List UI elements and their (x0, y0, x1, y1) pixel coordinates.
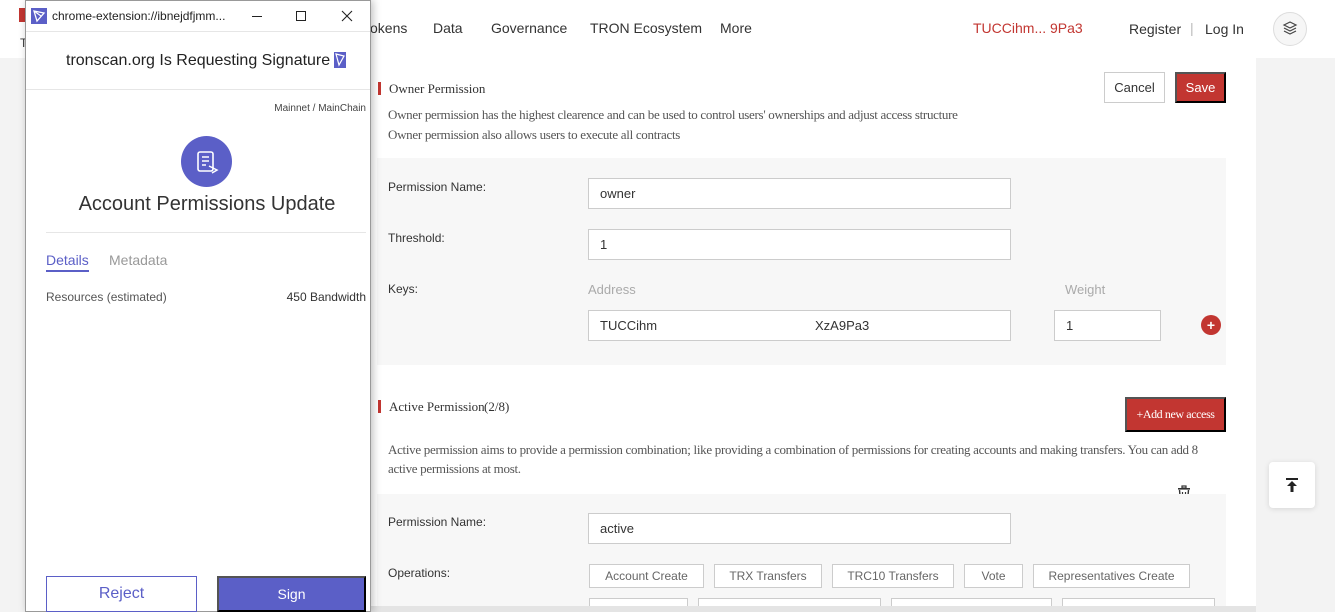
operations-label: Operations: (388, 566, 451, 580)
nav-item-more[interactable]: More (720, 20, 752, 36)
operation-vote[interactable]: Vote (964, 564, 1023, 588)
signature-request-popup: chrome-extension://ibnejdfjmm... tronsca… (25, 0, 371, 612)
maximize-icon[interactable] (290, 6, 312, 26)
transaction-type-heading: Account Permissions Update (78, 193, 336, 215)
weight-column-label: Weight (1065, 282, 1106, 297)
horizontal-scrollbar[interactable] (370, 606, 1256, 612)
owner-threshold-input[interactable]: 1 (588, 229, 1011, 260)
active-permission-count: (2/8) (484, 399, 510, 414)
minimize-icon[interactable] (246, 6, 268, 26)
extension-favicon-icon (31, 8, 47, 24)
key-weight-input[interactable]: 1 (1054, 310, 1161, 341)
sign-button[interactable]: Sign (217, 576, 366, 612)
popup-url: chrome-extension://ibnejdfjmm... (52, 9, 226, 23)
address-column-label: Address (588, 282, 636, 297)
register-link[interactable]: Register (1129, 21, 1181, 37)
popup-header: tronscan.org Is Requesting Signature (26, 32, 370, 90)
active-permission-name-label: Permission Name: (388, 515, 487, 529)
wallet-icon[interactable] (1273, 12, 1307, 46)
owner-permission-title: Owner Permission (389, 81, 486, 96)
section-marker (378, 82, 381, 95)
account-address[interactable]: TUCCihm... 9Pa3 (973, 20, 1083, 36)
resources-value: 450 Bandwidth (286, 290, 366, 304)
threshold-label: Threshold: (388, 231, 445, 245)
key-address-start: TUCCihm (600, 318, 658, 333)
add-new-access-button[interactable]: +Add new access (1125, 397, 1226, 432)
close-icon[interactable] (336, 6, 358, 26)
add-key-button[interactable]: + (1201, 315, 1221, 335)
active-form (377, 494, 1226, 612)
nav-item-tron-ecosystem[interactable]: TRON Ecosystem (590, 20, 702, 36)
scroll-to-top-button[interactable] (1269, 462, 1315, 508)
keys-label: Keys: (388, 282, 419, 296)
key-address-input[interactable]: TUCCihm XzA9Pa3 (588, 310, 1011, 341)
permission-name-label: Permission Name: (388, 180, 487, 194)
save-button[interactable]: Save (1175, 72, 1226, 103)
nav-separator: | (1190, 20, 1194, 36)
active-permission-name-input[interactable]: active (588, 513, 1011, 544)
active-description: Active permission aims to provide a perm… (388, 442, 1198, 457)
active-description-2: active permissions at most. (388, 461, 521, 476)
tronlink-logo-icon (334, 52, 346, 68)
divider (46, 232, 366, 233)
nav-item-data[interactable]: Data (433, 20, 463, 36)
document-icon (181, 136, 232, 187)
section-marker (378, 400, 381, 413)
network-label: Mainnet / MainChain (274, 103, 366, 114)
owner-permission-name-input[interactable]: owner (588, 178, 1011, 209)
nav-item-governance[interactable]: Governance (491, 20, 567, 36)
active-permission-title: Active Permission (389, 399, 485, 414)
owner-description: Owner permission has the highest clearen… (388, 107, 958, 122)
login-link[interactable]: Log In (1205, 21, 1244, 37)
nav-item-tokens[interactable]: okens (370, 20, 407, 36)
key-address-end: XzA9Pa3 (815, 318, 870, 333)
operation-representatives-create[interactable]: Representatives Create (1033, 564, 1190, 588)
resources-label: Resources (estimated) (46, 290, 167, 304)
operation-account-create[interactable]: Account Create (589, 564, 704, 588)
operation-trx-transfers[interactable]: TRX Transfers (714, 564, 822, 588)
operation-trc10-transfers[interactable]: TRC10 Transfers (832, 564, 954, 588)
arrow-up-icon (1286, 478, 1298, 492)
request-title: tronscan.org Is Requesting Signature (66, 52, 331, 69)
tab-details[interactable]: Details (46, 252, 89, 272)
tab-metadata[interactable]: Metadata (109, 252, 167, 268)
reject-button[interactable]: Reject (46, 576, 197, 612)
cancel-button[interactable]: Cancel (1104, 72, 1165, 103)
owner-description-2: Owner permission also allows users to ex… (388, 127, 681, 142)
popup-titlebar: chrome-extension://ibnejdfjmm... (26, 1, 370, 32)
